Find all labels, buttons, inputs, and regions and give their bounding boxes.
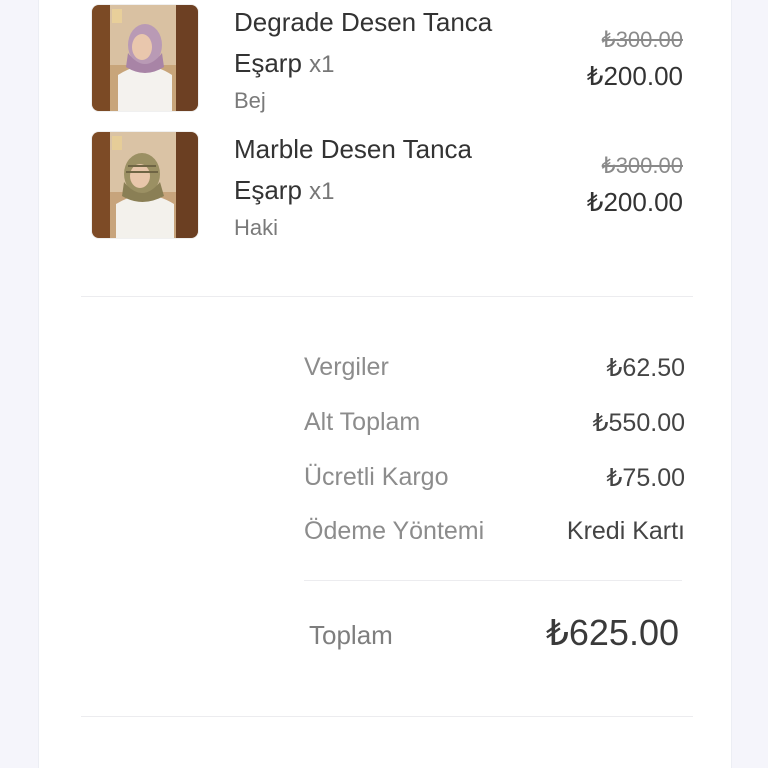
shipping-value: ₺75.00 xyxy=(606,464,685,492)
item-variant: Bej xyxy=(234,88,266,113)
item-price: ₺200.00 xyxy=(586,187,683,217)
payment-method-value: Kredi Kartı xyxy=(566,517,685,545)
item-variant: Haki xyxy=(234,215,279,240)
product-image[interactable] xyxy=(91,131,199,239)
item-title-line1: Marble Desen Tanca xyxy=(234,134,472,164)
product-image[interactable] xyxy=(91,4,199,112)
divider xyxy=(81,716,693,717)
item-price: ₺200.00 xyxy=(586,61,683,91)
total-value: ₺625.00 xyxy=(545,612,679,653)
item-original-price: ₺300.00 xyxy=(601,27,683,52)
item-title[interactable]: Degrade Desen Tanca Eşarp x1 xyxy=(234,2,534,85)
item-title-line1: Degrade Desen Tanca xyxy=(234,7,493,37)
taxes-value: ₺62.50 xyxy=(606,354,685,382)
item-title-line2: Eşarp xyxy=(234,175,302,205)
taxes-label: Vergiler xyxy=(304,353,389,381)
shipping-label: Ücretli Kargo xyxy=(304,463,449,491)
total-label: Toplam xyxy=(309,620,393,650)
item-title-line2: Eşarp xyxy=(234,48,302,78)
item-title[interactable]: Marble Desen Tanca Eşarp x1 xyxy=(234,129,534,212)
payment-method-label: Ödeme Yöntemi xyxy=(304,517,485,545)
divider xyxy=(304,580,682,581)
divider xyxy=(81,296,693,297)
item-original-price: ₺300.00 xyxy=(601,153,683,178)
order-item[interactable]: Marble Desen Tanca Eşarp x1 Haki ₺300.00… xyxy=(39,129,731,247)
subtotal-label: Alt Toplam xyxy=(304,408,421,436)
subtotal-value: ₺550.00 xyxy=(592,409,685,437)
order-summary-panel: Degrade Desen Tanca Eşarp x1 Bej ₺300.00… xyxy=(38,0,732,768)
item-quantity: x1 xyxy=(309,51,335,78)
order-item[interactable]: Degrade Desen Tanca Eşarp x1 Bej ₺300.00… xyxy=(39,2,731,120)
item-quantity: x1 xyxy=(309,178,335,205)
